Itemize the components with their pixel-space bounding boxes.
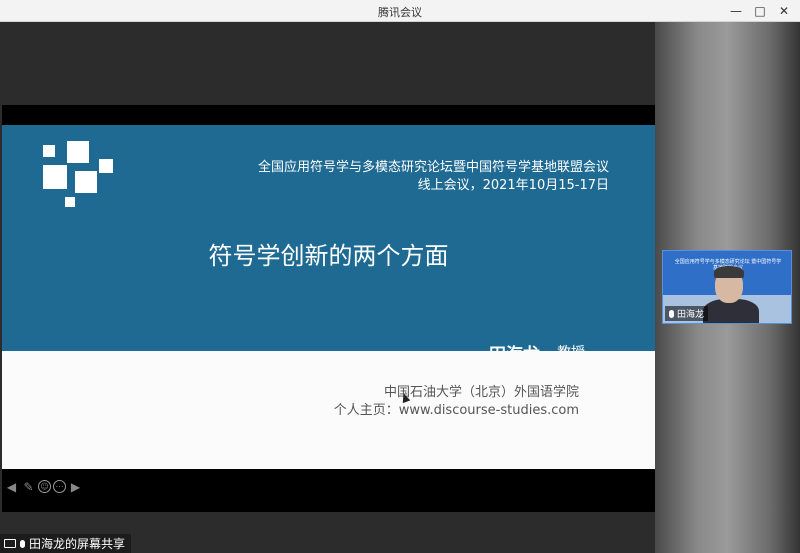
participant-name: 田海龙	[677, 310, 705, 320]
conference-date: 线上会议，2021年10月15-17日	[417, 178, 609, 193]
participant-video-tile[interactable]: 全国应用符号学与多模态研究论坛 暨中国符号学基地联盟会议 田海龙	[662, 250, 792, 324]
screen-share-label: 田海龙的屏幕共享	[29, 537, 126, 551]
affiliation-text: 中国石油大学（北京）外国语学院	[383, 385, 579, 400]
logo-square	[75, 171, 97, 193]
meeting-window: 腾讯会议 — □ ✕ 全国应用符号学与多模态研究论坛暨中国符号学基地联盟会议 线…	[0, 0, 800, 553]
window-title: 腾讯会议	[378, 6, 422, 19]
more-icon[interactable]: ⋯	[53, 480, 66, 493]
logo-square	[99, 159, 113, 173]
close-button[interactable]: ✕	[774, 2, 794, 20]
screen-share-stage: 全国应用符号学与多模态研究论坛暨中国符号学基地联盟会议 线上会议，2021年10…	[0, 22, 655, 553]
conference-name: 全国应用符号学与多模态研究论坛暨中国符号学基地联盟会议	[257, 160, 609, 175]
arrow-left-icon[interactable]: ◀	[4, 479, 19, 494]
pen-icon[interactable]: ✎	[21, 479, 36, 494]
participant-name-label: 田海龙	[665, 306, 709, 321]
logo-square	[65, 197, 75, 207]
logo-square	[43, 145, 55, 157]
minimize-button[interactable]: —	[726, 2, 746, 20]
microphone-icon	[20, 539, 25, 548]
logo-square	[67, 141, 89, 163]
maximize-button[interactable]: □	[750, 2, 770, 20]
slide-title: 符号学创新的两个方面	[208, 242, 449, 270]
microphone-icon	[669, 309, 674, 318]
screen-share-badge: 田海龙的屏幕共享	[0, 534, 132, 553]
title-bar: 腾讯会议 — □ ✕	[0, 0, 800, 22]
arrow-right-icon[interactable]: ▶	[68, 479, 83, 494]
screen-share-icon	[4, 539, 16, 548]
logo-square	[43, 165, 67, 189]
shared-slide: 全国应用符号学与多模态研究论坛暨中国符号学基地联盟会议 线上会议，2021年10…	[2, 105, 655, 512]
emoji-icon[interactable]: ☺	[38, 480, 51, 493]
homepage-text: 个人主页：www.discourse-studies.com	[333, 403, 579, 418]
participant-hair	[714, 266, 744, 278]
window-controls: — □ ✕	[726, 2, 794, 20]
slide-toolbar: ◀ ✎ ☺ ⋯ ▶	[4, 479, 83, 494]
slide-title-panel: 全国应用符号学与多模态研究论坛暨中国符号学基地联盟会议 线上会议，2021年10…	[2, 125, 655, 365]
